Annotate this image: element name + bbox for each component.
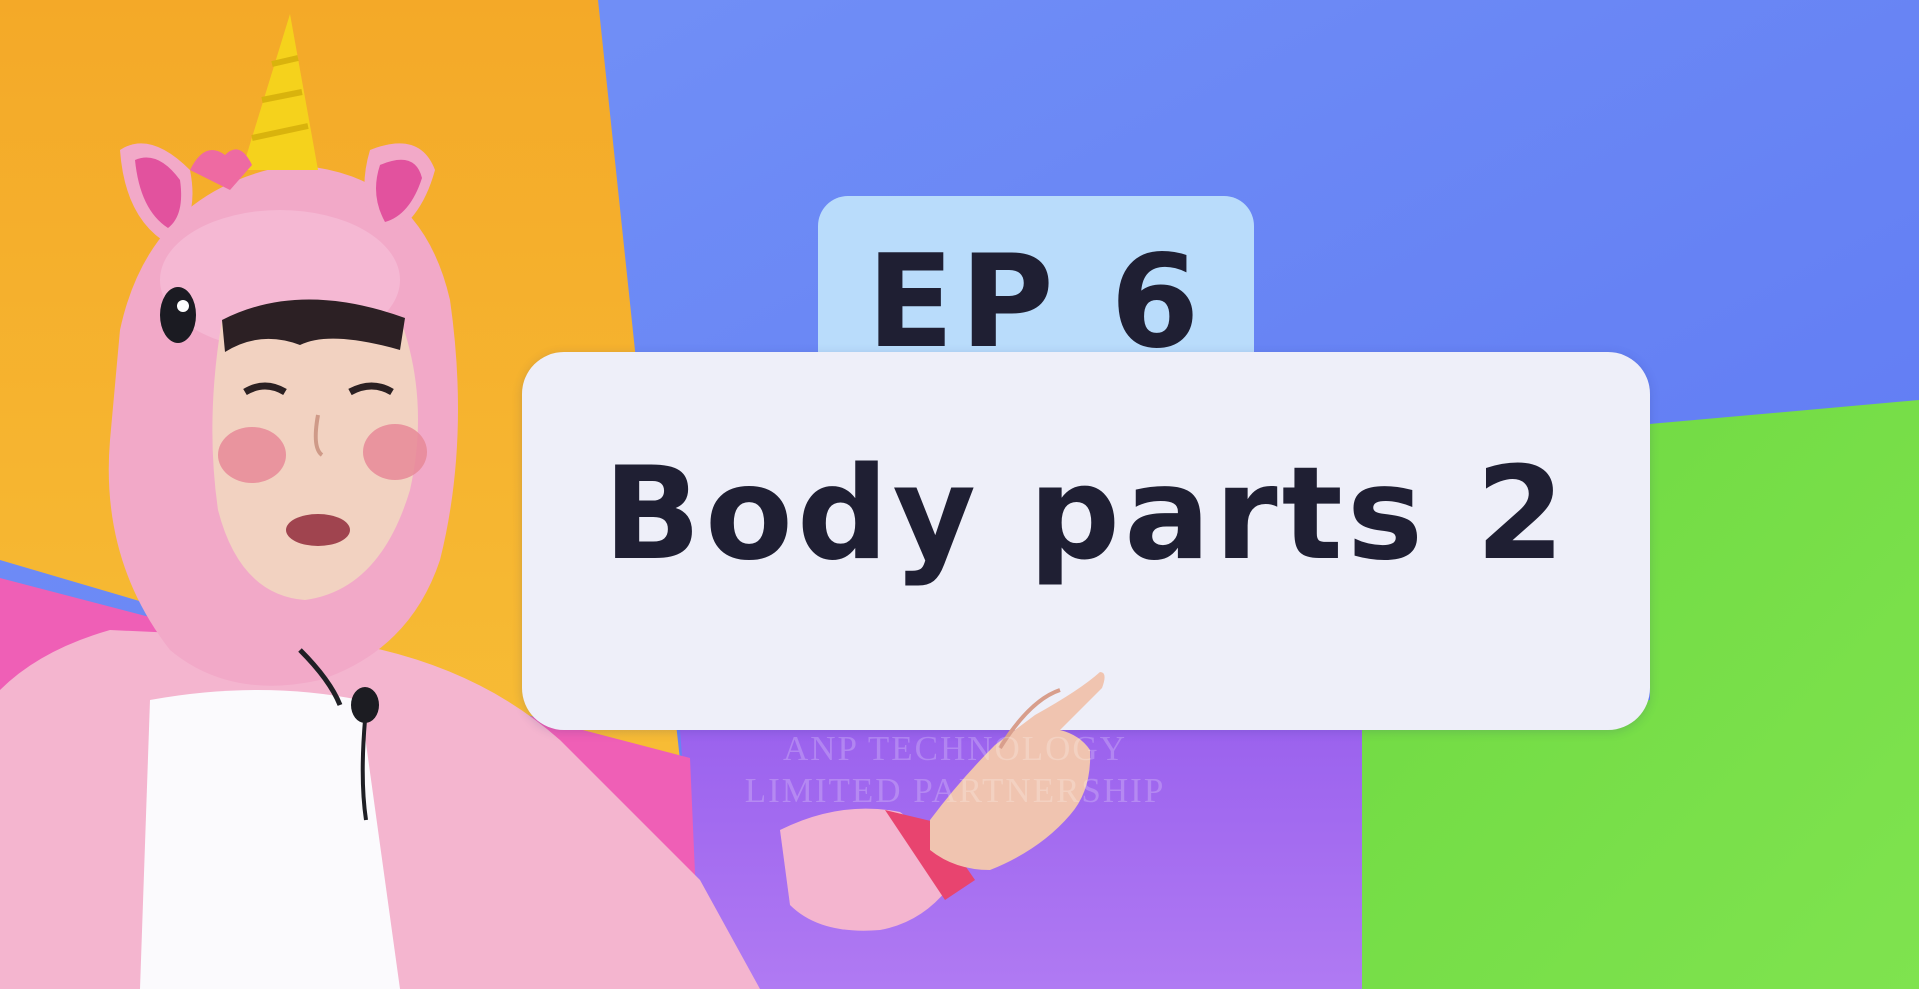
- watermark: ANP TECHNOLOGY LIMITED PARTNERSHIP: [740, 728, 1170, 812]
- video-frame: EP 6 Body parts 2 ANP TECHNOLOGY LIMITED…: [0, 0, 1919, 989]
- watermark-line-1: ANP TECHNOLOGY: [783, 729, 1127, 768]
- pointing-hand: [780, 672, 1105, 931]
- watermark-line-2: LIMITED PARTNERSHIP: [744, 771, 1166, 810]
